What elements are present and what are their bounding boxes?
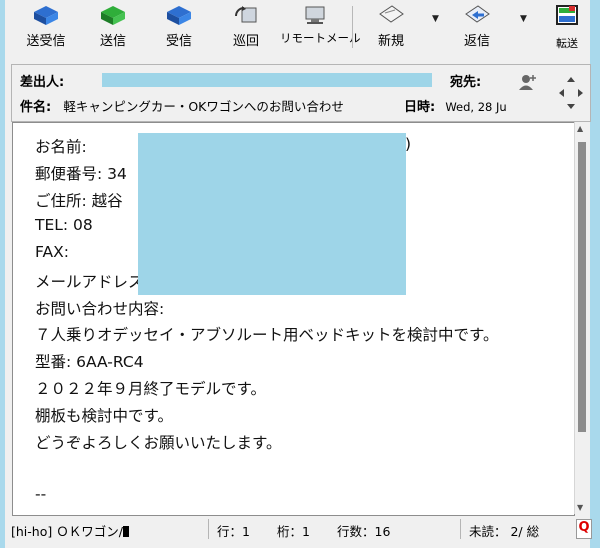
status-lines-count: 行数：16 xyxy=(337,524,391,539)
send-label: 送信 xyxy=(99,34,126,49)
send-icon xyxy=(101,6,125,25)
reply-dropdown-arrow[interactable]: ▼ xyxy=(520,14,527,24)
status-separator xyxy=(208,519,209,539)
body-line: お名前: xyxy=(35,138,87,156)
new-dropdown-arrow[interactable]: ▼ xyxy=(432,14,439,24)
to-row: 宛先: xyxy=(450,71,481,90)
status-line: 行：1 xyxy=(217,524,250,539)
mail-body[interactable]: お名前: 郵便番号: 34 ご住所: 越谷 TEL: 08 FAX: メールアド… xyxy=(12,122,575,516)
reply-icon xyxy=(465,5,490,23)
toolbar: 送受信 送信 受信 巡回 リモートメール 新規 ▼ 返信 ▼ 転送 xyxy=(5,0,590,56)
mail-window: 送受信 送信 受信 巡回 リモートメール 新規 ▼ 返信 ▼ 転送 差出人: 宛… xyxy=(5,0,592,548)
status-folder: [hi-ho] ＯＫワゴン/ xyxy=(11,521,129,540)
body-line: ご住所: 越谷 xyxy=(35,192,123,210)
to-label: 宛先: xyxy=(450,75,482,90)
body-line: メールアドレス: xyxy=(35,273,149,291)
status-separator xyxy=(460,519,461,539)
body-line: ７人乗りオデッセイ・アブソルート用ベッドキットを検討中です。 xyxy=(35,326,499,344)
forward-button[interactable]: 転送 xyxy=(545,0,589,54)
from-row: 差出人: xyxy=(20,71,64,90)
body-line: -- xyxy=(35,485,47,503)
forward-label: 転送 xyxy=(556,37,578,50)
status-folder-text: [hi-ho] ＯＫワゴン/ xyxy=(11,524,123,539)
remote-mail-icon xyxy=(305,6,325,24)
q-icon[interactable]: Q xyxy=(576,519,592,539)
body-line: FAX: xyxy=(35,243,69,261)
forward-icon xyxy=(556,5,578,25)
scroll-thumb[interactable] xyxy=(578,142,586,432)
add-contact-icon[interactable] xyxy=(517,73,539,91)
subject-label: 件名: xyxy=(20,100,52,115)
text-cursor-block xyxy=(122,526,129,537)
date-label: 日時: xyxy=(404,100,436,115)
toolbar-separator xyxy=(352,6,353,48)
body-line: 棚板も検討中です。 xyxy=(35,407,173,425)
body-line: 型番: 6AA-RC4 xyxy=(35,353,144,371)
from-label: 差出人: xyxy=(20,75,65,90)
body-line: 郵便番号: 34 xyxy=(35,165,127,183)
receive-label: 受信 xyxy=(165,34,192,49)
reply-button[interactable]: 返信 xyxy=(455,0,499,54)
subject-row: 件名: 軽キャンピングカー・OKワゴンへのお問い合わせ xyxy=(20,96,344,115)
status-col: 桁：1 xyxy=(277,524,310,539)
patrol-button[interactable]: 巡回 xyxy=(224,0,268,54)
status-unread: 未読： 2/ 総 xyxy=(469,524,540,539)
patrol-label: 巡回 xyxy=(232,34,259,49)
send-receive-button[interactable]: 送受信 xyxy=(19,0,73,54)
subject-value: 軽キャンピングカー・OKワゴンへのお問い合わせ xyxy=(63,99,344,114)
new-label: 新規 xyxy=(377,34,404,49)
send-receive-icon xyxy=(34,6,58,25)
status-bar: [hi-ho] ＯＫワゴン/ 行：1 桁：1 行数：16 未読： 2/ 総 Q xyxy=(5,517,592,541)
body-line: ２０２２年９月終了モデルです。 xyxy=(35,380,266,398)
navigate-arrows-icon[interactable] xyxy=(557,75,585,111)
new-mail-icon xyxy=(379,5,404,23)
body-line: お問い合わせ内容: xyxy=(35,300,165,318)
send-button[interactable]: 送信 xyxy=(91,0,135,54)
receive-icon xyxy=(167,6,191,25)
send-receive-label: 送受信 xyxy=(26,34,66,49)
patrol-icon xyxy=(235,6,257,23)
new-button[interactable]: 新規 xyxy=(369,0,413,54)
redacted-from xyxy=(102,73,432,87)
receive-button[interactable]: 受信 xyxy=(157,0,201,54)
scroll-up-arrow[interactable]: ▲ xyxy=(577,124,583,133)
scroll-down-arrow[interactable]: ▼ xyxy=(577,503,583,512)
mail-header: 差出人: 宛先: 件名: 軽キャンピングカー・OKワゴンへのお問い合わせ 日時:… xyxy=(11,64,591,122)
remote-mail-button[interactable]: リモートメール xyxy=(280,0,361,54)
date-row: 日時: Wed, 28 Ju xyxy=(404,96,507,115)
body-line: どうぞよろしくお願いいたします。 xyxy=(35,434,282,452)
date-value: Wed, 28 Ju xyxy=(445,100,507,114)
body-line: TEL: 08 xyxy=(35,216,93,234)
reply-label: 返信 xyxy=(463,34,490,49)
redacted-personal-info xyxy=(138,133,406,295)
body-scrollbar[interactable]: ▲ ▼ xyxy=(574,122,589,514)
remote-mail-label: リモートメール xyxy=(280,31,361,45)
